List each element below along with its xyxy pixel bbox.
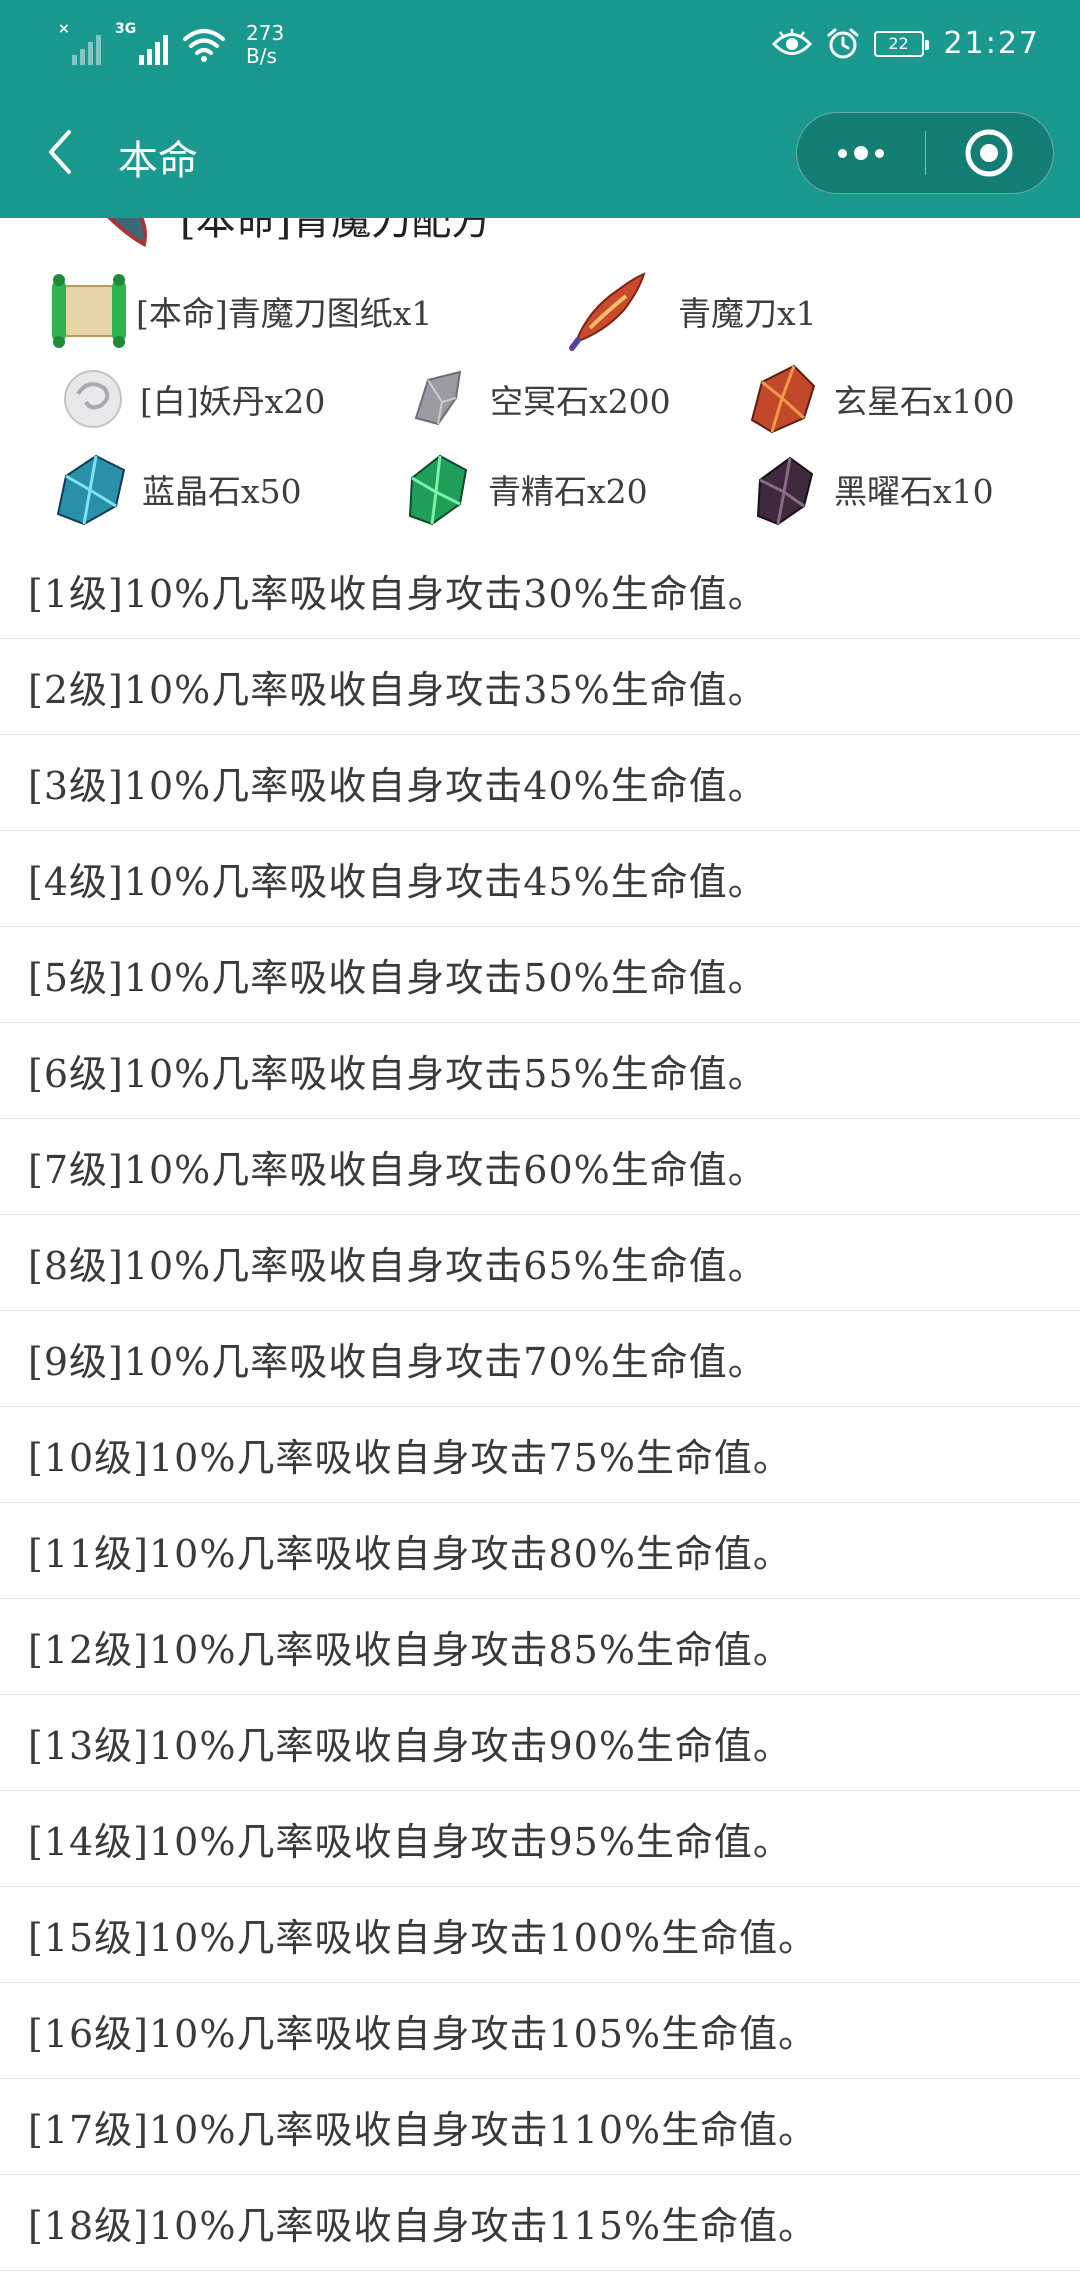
level-row: [6级]10%几率吸收自身攻击55%生命值。: [0, 1023, 1080, 1119]
battery-level: 22: [888, 34, 909, 53]
back-button[interactable]: [30, 122, 90, 182]
battery-icon: 22: [873, 30, 929, 57]
level-row: [1级]10%几率吸收自身攻击30%生命值。: [0, 543, 1080, 639]
alarm-icon: [827, 28, 859, 58]
level-row: [5级]10%几率吸收自身攻击50%生命值。: [0, 927, 1080, 1023]
level-text: [12级]10%几率吸收自身攻击85%生命值。: [28, 1628, 792, 1672]
material-label: 黑曜石x10: [834, 472, 994, 511]
level-text: [10级]10%几率吸收自身攻击75%生命值。: [28, 1436, 792, 1480]
level-row: [13级]10%几率吸收自身攻击90%生命值。: [0, 1695, 1080, 1791]
level-row: [14级]10%几率吸收自身攻击95%生命值。: [0, 1791, 1080, 1887]
green-crystal-icon: [396, 448, 478, 530]
material-item[interactable]: 黑曜石x10: [742, 448, 994, 530]
material-item[interactable]: 蓝晶石x50: [50, 448, 302, 530]
level-row: [9级]10%几率吸收自身攻击70%生命值。: [0, 1311, 1080, 1407]
nav-bar: 本命: [0, 100, 1080, 218]
material-label: [白]妖丹x20: [140, 382, 326, 421]
material-label: 蓝晶石x50: [142, 472, 302, 511]
level-text: [1级]10%几率吸收自身攻击30%生命值。: [28, 572, 767, 616]
level-row: [16级]10%几率吸收自身攻击105%生命值。: [0, 1983, 1080, 2079]
level-row: [10级]10%几率吸收自身攻击75%生命值。: [0, 1407, 1080, 1503]
net-speed-value: 273: [246, 21, 285, 45]
level-text: [4级]10%几率吸收自身攻击45%生命值。: [28, 860, 767, 904]
material-item[interactable]: [白]妖丹x20: [52, 358, 325, 440]
blue-crystal-icon: [50, 448, 132, 530]
grey-stone-icon: [398, 358, 480, 440]
level-row: [17级]10%几率吸收自身攻击110%生命值。: [0, 2079, 1080, 2175]
level-row: [8级]10%几率吸收自身攻击65%生命值。: [0, 1215, 1080, 1311]
red-crystal-icon: [742, 358, 824, 440]
signal-icon: 3G: [115, 21, 168, 65]
status-time: 21:27: [943, 26, 1040, 61]
materials-grid: [本命]青魔刀图纸x1 青魔刀x1 [白]妖丹x20 空冥石x200 玄星石x1…: [0, 218, 1080, 548]
close-button[interactable]: [926, 113, 1054, 193]
blade-icon: [568, 270, 650, 352]
status-right: 22 21:27: [771, 26, 1040, 61]
level-row: [2级]10%几率吸收自身攻击35%生命值。: [0, 639, 1080, 735]
miniprogram-capsule: [796, 112, 1054, 194]
level-effects-list: [1级]10%几率吸收自身攻击30%生命值。 [2级]10%几率吸收自身攻击35…: [0, 543, 1080, 2271]
level-text: [2级]10%几率吸收自身攻击35%生命值。: [28, 668, 767, 712]
dark-crystal-icon: [742, 448, 824, 530]
level-text: [11级]10%几率吸收自身攻击80%生命值。: [28, 1532, 792, 1576]
no-signal-icon: ×: [58, 21, 101, 65]
wifi-icon: [183, 29, 225, 62]
level-row: [15级]10%几率吸收自身攻击100%生命值。: [0, 1887, 1080, 1983]
material-label: 空冥石x200: [490, 382, 671, 421]
level-text: [8级]10%几率吸收自身攻击65%生命值。: [28, 1244, 767, 1288]
material-label: 青魔刀x1: [678, 294, 817, 333]
level-row: [18级]10%几率吸收自身攻击115%生命值。: [0, 2175, 1080, 2271]
material-label: [本命]青魔刀图纸x1: [136, 294, 433, 333]
material-label: 玄星石x100: [834, 382, 1015, 421]
level-text: [16级]10%几率吸收自身攻击105%生命值。: [28, 2012, 818, 2056]
level-row: [11级]10%几率吸收自身攻击80%生命值。: [0, 1503, 1080, 1599]
material-item[interactable]: 青精石x20: [396, 448, 648, 530]
level-text: [13级]10%几率吸收自身攻击90%生命值。: [28, 1724, 792, 1768]
scroll-icon: [48, 270, 130, 352]
level-text: [9级]10%几率吸收自身攻击70%生命值。: [28, 1340, 767, 1384]
level-row: [4级]10%几率吸收自身攻击45%生命值。: [0, 831, 1080, 927]
level-text: [14级]10%几率吸收自身攻击95%生命值。: [28, 1820, 792, 1864]
material-item[interactable]: 空冥石x200: [398, 358, 671, 440]
white-pill-icon: [52, 358, 134, 440]
net-speed-unit: B/s: [246, 44, 277, 68]
eye-icon: [771, 28, 812, 55]
level-row: [12级]10%几率吸收自身攻击85%生命值。: [0, 1599, 1080, 1695]
level-row: [7级]10%几率吸收自身攻击60%生命值。: [0, 1119, 1080, 1215]
material-item[interactable]: 玄星石x100: [742, 358, 1015, 440]
page-title: 本命: [118, 138, 198, 184]
app-header: × 3G 273 B/s 22 21:27 本命: [0, 0, 1080, 218]
more-dots-icon: [837, 146, 884, 160]
status-left: × 3G 273 B/s: [58, 21, 284, 68]
status-bar: × 3G 273 B/s 22 21:27: [0, 0, 1080, 100]
material-item[interactable]: 青魔刀x1: [568, 270, 817, 352]
material-label: 青精石x20: [488, 472, 648, 511]
level-text: [6级]10%几率吸收自身攻击55%生命值。: [28, 1052, 767, 1096]
target-circle-icon: [965, 129, 1013, 177]
level-text: [17级]10%几率吸收自身攻击110%生命值。: [28, 2108, 818, 2152]
level-row: [3级]10%几率吸收自身攻击40%生命值。: [0, 735, 1080, 831]
level-text: [5级]10%几率吸收自身攻击50%生命值。: [28, 956, 767, 1000]
level-text: [3级]10%几率吸收自身攻击40%生命值。: [28, 764, 767, 808]
network-type: 3G: [115, 21, 137, 37]
net-speed: 273 B/s: [246, 22, 284, 68]
material-item[interactable]: [本命]青魔刀图纸x1: [48, 270, 432, 352]
level-text: [7级]10%几率吸收自身攻击60%生命值。: [28, 1148, 767, 1192]
level-text: [18级]10%几率吸收自身攻击115%生命值。: [28, 2204, 818, 2248]
chevron-left-icon: [49, 130, 71, 174]
more-button[interactable]: [797, 113, 925, 193]
level-text: [15级]10%几率吸收自身攻击100%生命值。: [28, 1916, 818, 1960]
